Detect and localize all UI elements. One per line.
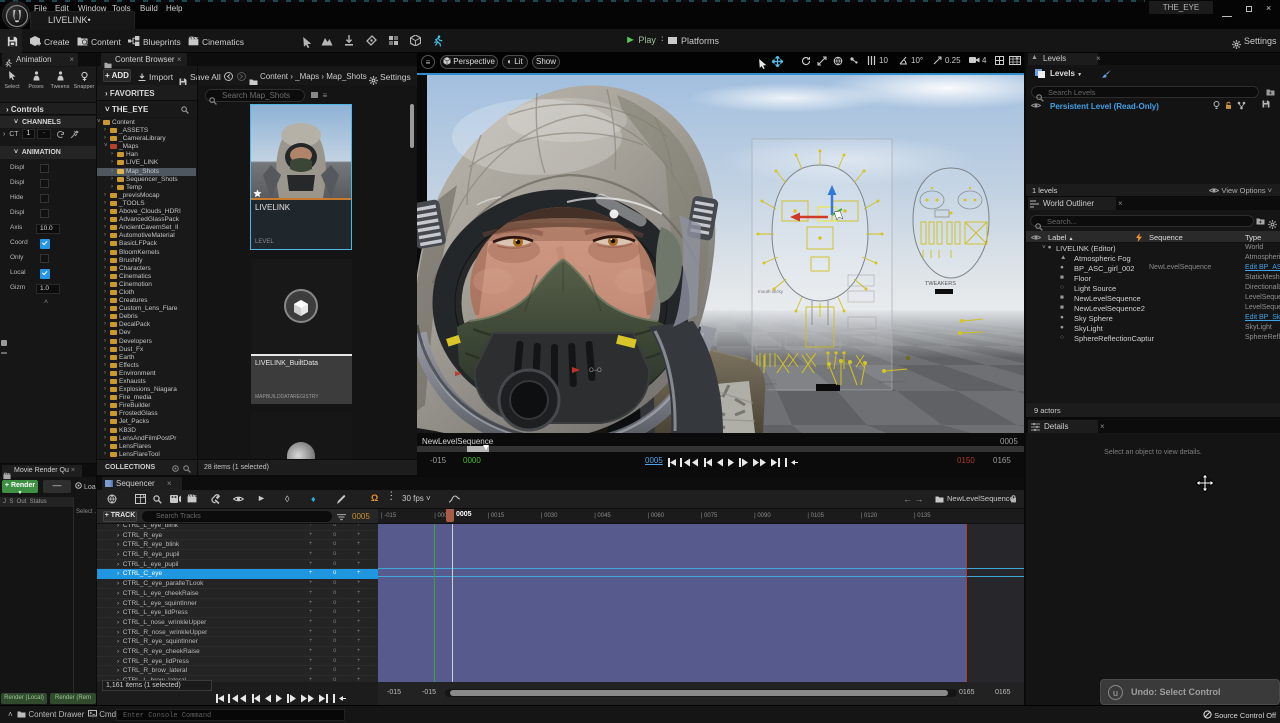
svg-text:mouth sticky: mouth sticky <box>758 289 784 294</box>
svg-text:globalsmartAB: globalsmartAB <box>879 379 905 384</box>
svg-text:TWEAKERS: TWEAKERS <box>925 281 956 287</box>
svg-text:O–O: O–O <box>589 368 602 374</box>
